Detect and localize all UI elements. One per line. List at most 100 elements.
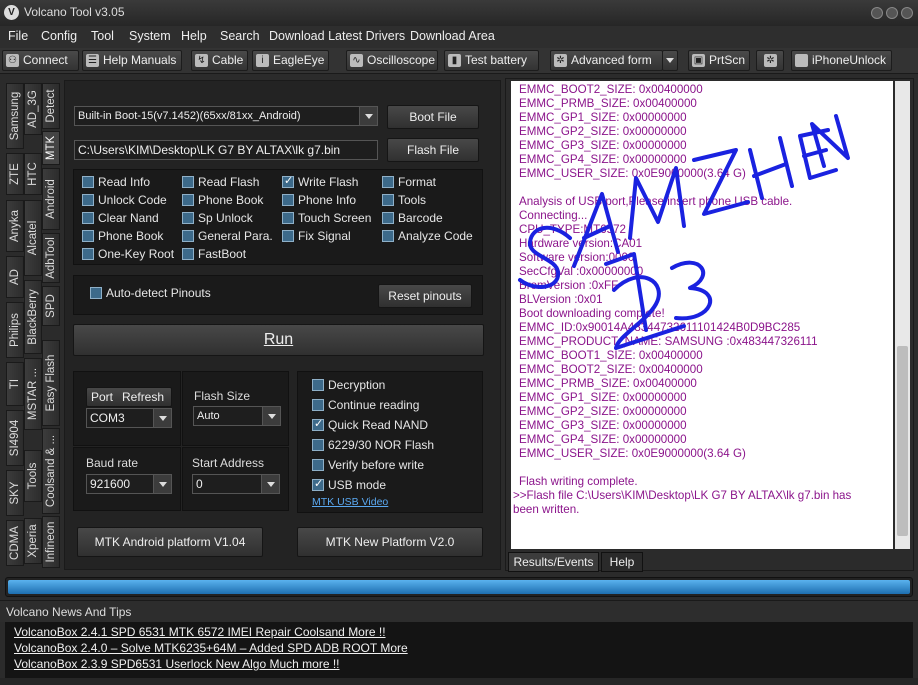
- port-select[interactable]: COM3: [86, 408, 172, 428]
- advanced-form-dropdown[interactable]: [662, 50, 678, 71]
- usb-mode-checkbox[interactable]: USB mode: [312, 477, 386, 492]
- menu-download-area[interactable]: Download Area: [410, 29, 495, 43]
- nor-flash-checkbox[interactable]: 6229/30 NOR Flash: [312, 438, 434, 452]
- refresh-button[interactable]: Refresh: [122, 390, 164, 404]
- read-info-checkbox[interactable]: Read Info: [82, 175, 150, 189]
- general-para-checkbox[interactable]: General Para.: [182, 229, 273, 243]
- tab-android[interactable]: Android: [42, 168, 60, 230]
- tab-adbtool[interactable]: AdbTool: [42, 233, 60, 283]
- menu-search[interactable]: Search: [220, 29, 260, 43]
- start-address-select[interactable]: 0: [192, 474, 280, 494]
- phone-info-checkbox[interactable]: Phone Info: [282, 193, 356, 207]
- auto-detect-pinouts-checkbox[interactable]: Auto-detect Pinouts: [90, 286, 211, 300]
- tab-coolsand[interactable]: Coolsand & ...: [42, 428, 60, 514]
- sp-unlock-checkbox[interactable]: Sp Unlock: [182, 211, 253, 225]
- prtscn-button[interactable]: ▣ PrtScn: [688, 50, 750, 71]
- oscilloscope-icon: ∿: [350, 54, 363, 67]
- boot-file-button[interactable]: Boot File: [387, 105, 479, 129]
- continue-reading-checkbox[interactable]: Continue reading: [312, 398, 419, 412]
- tab-spd[interactable]: SPD: [42, 286, 60, 326]
- tab-zte[interactable]: ZTE: [6, 153, 24, 195]
- tab-samsung[interactable]: Samsung: [6, 83, 24, 149]
- flash-file-button[interactable]: Flash File: [387, 138, 479, 162]
- menu-download-drivers[interactable]: Download Latest Drivers: [269, 29, 405, 43]
- tab-results-events[interactable]: Results/Events: [508, 552, 599, 572]
- baud-rate-select[interactable]: 921600: [86, 474, 172, 494]
- tab-philips[interactable]: Philips: [6, 302, 24, 358]
- menu-config[interactable]: Config: [41, 29, 77, 43]
- menu-system[interactable]: System: [129, 29, 171, 43]
- tools-checkbox[interactable]: Tools: [382, 193, 426, 207]
- tab-ad-3g[interactable]: AD_3G: [24, 83, 42, 135]
- reset-pinouts-button[interactable]: Reset pinouts: [378, 284, 472, 308]
- news-link[interactable]: VolcanoBox 2.4.1 SPD 6531 MTK 6572 IMEI …: [14, 625, 386, 639]
- write-flash-checkbox[interactable]: Write Flash: [282, 174, 358, 189]
- menu-tool[interactable]: Tool: [91, 29, 114, 43]
- mtk-usb-video-link[interactable]: MTK USB Video: [312, 496, 388, 508]
- oscilloscope-button[interactable]: ∿ Oscilloscope: [346, 50, 438, 71]
- battery-icon: ▮: [448, 54, 461, 67]
- news-link[interactable]: VolcanoBox 2.4.0 – Solve MTK6235+64M – A…: [14, 641, 408, 655]
- one-key-root-checkbox[interactable]: One-Key Root: [82, 247, 174, 261]
- phone-book-checkbox[interactable]: Phone Book: [182, 193, 263, 207]
- fix-signal-checkbox[interactable]: Fix Signal: [282, 229, 351, 243]
- info-icon: i: [256, 54, 269, 67]
- eagleeye-button[interactable]: i EagleEye: [252, 50, 329, 71]
- maximize-button[interactable]: [886, 7, 898, 19]
- tab-anyka[interactable]: Anyka: [6, 200, 24, 252]
- tab-xperia[interactable]: Xperia: [24, 518, 42, 564]
- tab-detect[interactable]: Detect: [42, 83, 60, 129]
- iphoneunlock-button[interactable]: iPhoneUnlock: [791, 50, 892, 71]
- news-link[interactable]: VolcanoBox 2.3.9 SPD6531 Userlock New Al…: [14, 657, 340, 671]
- tab-easy-flash[interactable]: Easy Flash: [42, 340, 60, 426]
- mtk-android-platform-button[interactable]: MTK Android platform V1.04: [77, 527, 263, 557]
- log-scrollbar[interactable]: [895, 81, 910, 549]
- tab-blackberry[interactable]: BlackBerry: [24, 280, 42, 354]
- tab-mstar[interactable]: MSTAR ...: [24, 358, 42, 430]
- tab-htc[interactable]: HTC: [24, 153, 42, 195]
- mtk-new-platform-button[interactable]: MTK New Platform V2.0: [297, 527, 483, 557]
- close-button[interactable]: [901, 7, 913, 19]
- tab-sky[interactable]: SKY: [6, 470, 24, 516]
- tab-mtk[interactable]: MTK: [42, 131, 60, 165]
- tab-si4904[interactable]: SI4904: [6, 410, 24, 466]
- test-battery-button[interactable]: ▮ Test battery: [444, 50, 539, 71]
- boot-select[interactable]: Built-in Boot-15(v7.1452)(65xx/81xx_Andr…: [74, 106, 378, 126]
- scrollbar-thumb[interactable]: [897, 346, 908, 536]
- barcode-checkbox[interactable]: Barcode: [382, 211, 443, 225]
- log-line: EMMC_BOOT1_SIZE: 0x00400000: [519, 349, 703, 362]
- format-checkbox[interactable]: Format: [382, 175, 436, 189]
- advanced-form-button[interactable]: ✲ Advanced form: [550, 50, 663, 71]
- tab-help[interactable]: Help: [601, 552, 643, 572]
- connect-button[interactable]: ⚇ Connect: [2, 50, 79, 71]
- menu-help[interactable]: Help: [181, 29, 207, 43]
- tab-tools[interactable]: Tools: [24, 450, 42, 502]
- port-refresh-header[interactable]: Port Refresh: [86, 387, 172, 407]
- tab-cdma[interactable]: CDMA: [6, 520, 24, 566]
- read-flash-checkbox[interactable]: Read Flash: [182, 175, 259, 189]
- touch-screen-checkbox[interactable]: Touch Screen: [282, 211, 371, 225]
- run-button[interactable]: Run: [73, 324, 484, 356]
- help-manuals-button[interactable]: ☰ Help Manuals: [82, 50, 182, 71]
- settings-button[interactable]: ✲: [756, 50, 784, 71]
- menu-file[interactable]: File: [8, 29, 28, 43]
- tab-infineon[interactable]: Infineon: [42, 516, 60, 568]
- phone-book-2-checkbox[interactable]: Phone Book: [82, 229, 163, 243]
- quick-read-nand-checkbox[interactable]: Quick Read NAND: [312, 417, 428, 432]
- minimize-button[interactable]: [871, 7, 883, 19]
- analyze-code-checkbox[interactable]: Analyze Code: [382, 229, 473, 243]
- flash-file-path[interactable]: C:\Users\KIM\Desktop\LK G7 BY ALTAX\lk g…: [74, 140, 378, 160]
- fastboot-checkbox[interactable]: FastBoot: [182, 247, 246, 261]
- title-bar: V Volcano Tool v3.05: [0, 0, 918, 26]
- tab-ad[interactable]: AD: [6, 256, 24, 298]
- log-line: EMMC_PRMB_SIZE: 0x00400000: [519, 377, 697, 390]
- flash-size-select[interactable]: Auto: [193, 406, 281, 426]
- cable-button[interactable]: ↯ Cable: [191, 50, 248, 71]
- clear-nand-checkbox[interactable]: Clear Nand: [82, 211, 159, 225]
- verify-before-write-checkbox[interactable]: Verify before write: [312, 458, 424, 472]
- results-log[interactable]: EMMC_BOOT2_SIZE: 0x00400000 EMMC_PRMB_SIZ…: [511, 81, 893, 549]
- unlock-code-checkbox[interactable]: Unlock Code: [82, 193, 167, 207]
- tab-alcatel[interactable]: Alcatel: [24, 200, 42, 276]
- tab-ti[interactable]: TI: [6, 362, 24, 406]
- decryption-checkbox[interactable]: Decryption: [312, 378, 385, 392]
